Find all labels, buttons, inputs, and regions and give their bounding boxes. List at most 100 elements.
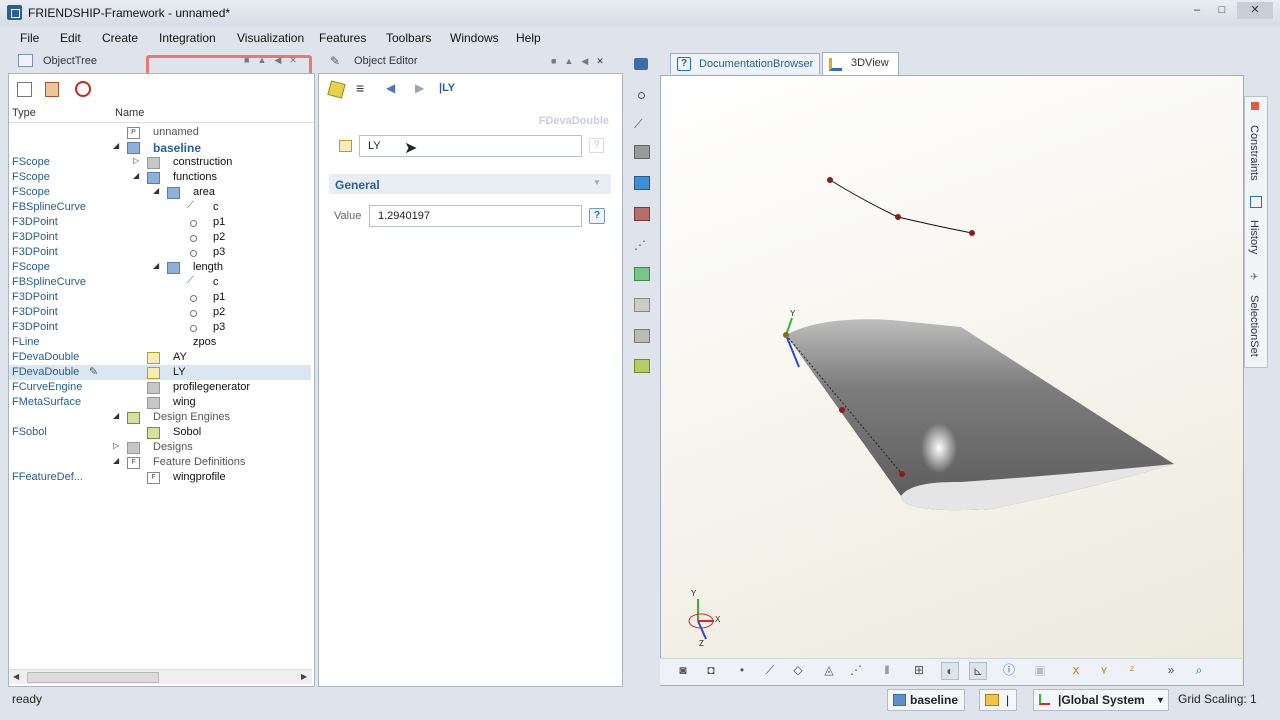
tree-row[interactable]: FDevaDouble AY <box>9 350 311 365</box>
expand-toggle-icon[interactable]: ◢ <box>113 411 119 420</box>
view-curve-icon[interactable]: ⟋ <box>762 662 778 678</box>
list-icon[interactable]: ≡ <box>356 80 364 96</box>
expand-toggle-icon[interactable]: ▷ <box>113 441 119 450</box>
tree-row[interactable]: F3DPoint p2 <box>9 305 311 320</box>
tree-row[interactable]: FLine zpos <box>9 335 311 350</box>
close-window-button[interactable]: ✕ <box>1237 2 1273 19</box>
menu-toolbars[interactable]: Toolbars <box>386 31 431 45</box>
zoom-icon[interactable]: ⌕ <box>1191 662 1207 678</box>
view-lines-icon[interactable]: ‖ <box>879 662 895 678</box>
view-point-icon[interactable]: • <box>734 662 750 678</box>
forward-arrow-icon[interactable]: ▶ <box>415 81 424 95</box>
menu-file[interactable]: File <box>20 31 39 45</box>
view-mesh-icon[interactable]: ◬ <box>821 662 837 678</box>
view-lock-icon[interactable]: ▣ <box>1032 662 1048 678</box>
more-icon[interactable]: » <box>1163 662 1179 678</box>
float-icon[interactable]: ■ <box>244 55 249 65</box>
tree-row[interactable]: FCurveEngine profilegenerator <box>9 380 311 395</box>
up-icon[interactable]: ▲ <box>564 56 573 66</box>
menu-windows[interactable]: Windows <box>450 31 499 45</box>
origin-point[interactable] <box>783 332 789 338</box>
scroll-left-icon[interactable]: ◀ <box>13 672 19 681</box>
section-general[interactable]: General ▼ <box>329 174 611 194</box>
expand-toggle-icon[interactable]: ◢ <box>113 141 119 150</box>
view-box-icon[interactable] <box>634 58 648 70</box>
viewport-3d[interactable]: Y Y X Z <box>660 75 1244 686</box>
surface-tool-icon[interactable] <box>634 145 650 159</box>
update-icon[interactable] <box>327 80 346 99</box>
scope-selector[interactable]: baseline <box>887 689 965 711</box>
copy-icon[interactable] <box>17 82 32 97</box>
scroll-thumb[interactable] <box>27 672 159 683</box>
dropdown-arrow-icon[interactable]: ▼ <box>1156 690 1165 710</box>
view-x-axis-icon[interactable]: ⅹ <box>1068 662 1084 678</box>
expand-toggle-icon[interactable]: ◢ <box>153 186 159 195</box>
tree-row[interactable]: FBSplineCurve ⟋ c <box>9 200 311 215</box>
close-icon[interactable]: ✕ <box>596 56 604 67</box>
tab-constraints[interactable]: Constraints <box>1248 125 1260 181</box>
horizontal-scrollbar[interactable]: ◀ ▶ <box>9 669 312 684</box>
close-icon[interactable]: ✕ <box>289 55 297 66</box>
tab-documentation-browser[interactable]: ? DocumentationBrowser <box>670 53 820 74</box>
tree-row[interactable]: FFeatureDef... Fwingprofile <box>9 470 311 485</box>
maximize-button[interactable]: □ <box>1212 2 1232 19</box>
tree-row[interactable]: FBSplineCurve ⟋ c <box>9 275 311 290</box>
expand-toggle-icon[interactable]: ◢ <box>153 261 159 270</box>
menu-help[interactable]: Help <box>516 31 541 45</box>
tree-row[interactable]: FScope ◢ area <box>9 185 311 200</box>
tree-row[interactable]: FDevaDouble LY ✎ <box>9 365 311 380</box>
view-z-axis-icon[interactable]: ᶻ <box>1124 662 1140 678</box>
menu-create[interactable]: Create <box>102 31 138 45</box>
coordinate-system-select[interactable]: |Global System ▼ <box>1033 689 1169 711</box>
back-arrow-icon[interactable]: ◀ <box>386 81 395 95</box>
dotted-line-icon[interactable]: ⋰ <box>634 238 648 252</box>
tree-row[interactable]: F3DPoint p2 <box>9 230 311 245</box>
view-info-icon[interactable]: ⓘ <box>1001 662 1017 678</box>
table-tool-icon[interactable] <box>634 267 650 281</box>
value-field[interactable]: 1.2940197 <box>369 205 582 227</box>
engine-tool-icon[interactable] <box>634 359 650 373</box>
tree-row[interactable]: FSobol Sobol <box>9 425 311 440</box>
view-surface-icon[interactable]: ◇ <box>790 662 806 678</box>
view-dots-icon[interactable]: ⋰ <box>848 662 864 678</box>
tab-history[interactable]: History <box>1248 220 1260 254</box>
view-fit-icon[interactable]: ◙ <box>675 662 691 678</box>
tab-3dview[interactable]: 3DView <box>822 52 899 75</box>
tree-row[interactable]: FScope ◢ functions <box>9 170 311 185</box>
chevron-down-icon[interactable]: ▼ <box>593 178 601 187</box>
stack-tool-icon[interactable] <box>634 298 650 312</box>
tree-row[interactable]: F3DPoint p1 <box>9 290 311 305</box>
tree-row[interactable]: ▷ Designs <box>9 440 311 455</box>
tab-selection-set[interactable]: SelectionSet <box>1248 295 1260 357</box>
column-name-header[interactable]: Name <box>115 107 144 119</box>
menu-visualization[interactable]: Visualization <box>237 31 304 45</box>
menu-edit[interactable]: Edit <box>60 31 81 45</box>
float-icon[interactable]: ■ <box>551 56 556 66</box>
control-point[interactable] <box>895 214 901 220</box>
menu-features[interactable]: Features <box>319 31 366 45</box>
view-shade-icon[interactable]: ◐ <box>941 662 959 680</box>
column-type-header[interactable]: Type <box>12 107 36 119</box>
paste-icon[interactable] <box>45 82 59 97</box>
scroll-right-icon[interactable]: ▶ <box>301 672 307 681</box>
tree-row[interactable]: F3DPoint p1 <box>9 215 311 230</box>
tree-row[interactable]: ◢ F Feature Definitions <box>9 455 311 470</box>
folder-selector[interactable]: | <box>979 689 1017 711</box>
tree-row[interactable]: F3DPoint p3 <box>9 320 311 335</box>
control-point[interactable] <box>969 230 975 236</box>
control-point[interactable] <box>827 177 833 183</box>
minimize-button[interactable]: – <box>1187 2 1207 19</box>
view-axes-icon[interactable]: ⊾ <box>969 662 987 680</box>
view-frame-icon[interactable]: ◘ <box>703 662 719 678</box>
control-point[interactable] <box>899 471 905 477</box>
view-y-axis-icon[interactable]: ʏ <box>1096 662 1112 678</box>
point-tool-icon[interactable] <box>638 92 645 99</box>
control-point[interactable] <box>839 407 845 413</box>
selection-tool-icon[interactable] <box>634 176 650 190</box>
left-icon[interactable]: ◀ <box>581 56 588 67</box>
cut-tool-icon[interactable] <box>634 329 650 343</box>
tree-row[interactable]: ◢ baseline <box>9 140 311 155</box>
tree-row[interactable]: ◢ Design Engines <box>9 410 311 425</box>
menu-integration[interactable]: Integration <box>159 31 216 45</box>
expand-toggle-icon[interactable]: ◢ <box>113 456 119 465</box>
